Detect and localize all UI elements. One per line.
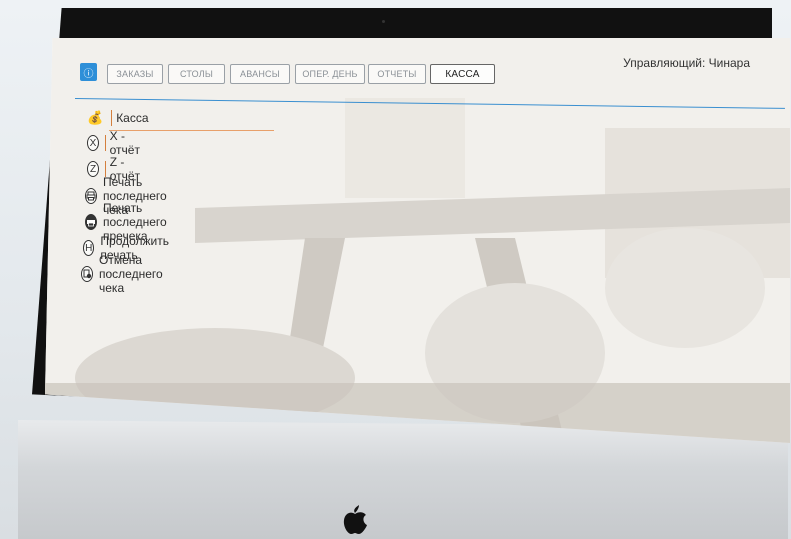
cancel-receipt-icon [81, 266, 93, 282]
tab-tables[interactable]: СТОЛЫ [168, 64, 225, 84]
cash-icon: 💰 [87, 110, 104, 125]
manager-label: Управляющий: Чинара [623, 56, 750, 70]
imac-frame: ⓘ ЗАКАЗЫ СТОЛЫ АВАНСЫ ОПЕР. ДЕНЬ ОТЧЕТЫ … [0, 0, 791, 539]
x-report-icon: X [87, 135, 99, 151]
tab-reports[interactable]: ОТЧЕТЫ [368, 64, 426, 84]
separator [111, 110, 113, 126]
menu-item-cancel-last-receipt[interactable]: Отмена последнего чека [81, 253, 167, 295]
info-button[interactable]: ⓘ [80, 63, 97, 81]
tab-orders[interactable]: ЗАКАЗЫ [107, 64, 163, 84]
menu-item-label: Отмена последнего чека [99, 253, 163, 295]
menu-item-label: Касса [116, 111, 149, 125]
printer-icon [85, 188, 97, 204]
continue-print-icon: H [83, 240, 95, 256]
info-icon: ⓘ [83, 68, 94, 80]
separator [104, 135, 106, 151]
tab-advances[interactable]: АВАНСЫ [230, 64, 290, 84]
apple-logo-icon [343, 505, 367, 534]
menu-item-label: X - отчёт [109, 129, 140, 157]
camera-icon [382, 20, 385, 23]
tab-operday[interactable]: ОПЕР. ДЕНЬ [295, 64, 365, 84]
top-toolbar: ⓘ ЗАКАЗЫ СТОЛЫ АВАНСЫ ОПЕР. ДЕНЬ ОТЧЕТЫ … [45, 38, 790, 102]
menu-item-print-last-precheck[interactable]: Печать последнего пречека [85, 201, 171, 243]
menu-item-x-report[interactable]: X X - отчёт [87, 129, 144, 157]
menu-item-cash[interactable]: 💰 Касса [87, 108, 149, 128]
tab-cash[interactable]: КАССА [430, 64, 495, 84]
printer-filled-icon [85, 214, 97, 230]
app-screen: ⓘ ЗАКАЗЫ СТОЛЫ АВАНСЫ ОПЕР. ДЕНЬ ОТЧЕТЫ … [45, 38, 790, 443]
z-report-icon: Z [87, 161, 100, 177]
imac-chin [18, 420, 788, 539]
